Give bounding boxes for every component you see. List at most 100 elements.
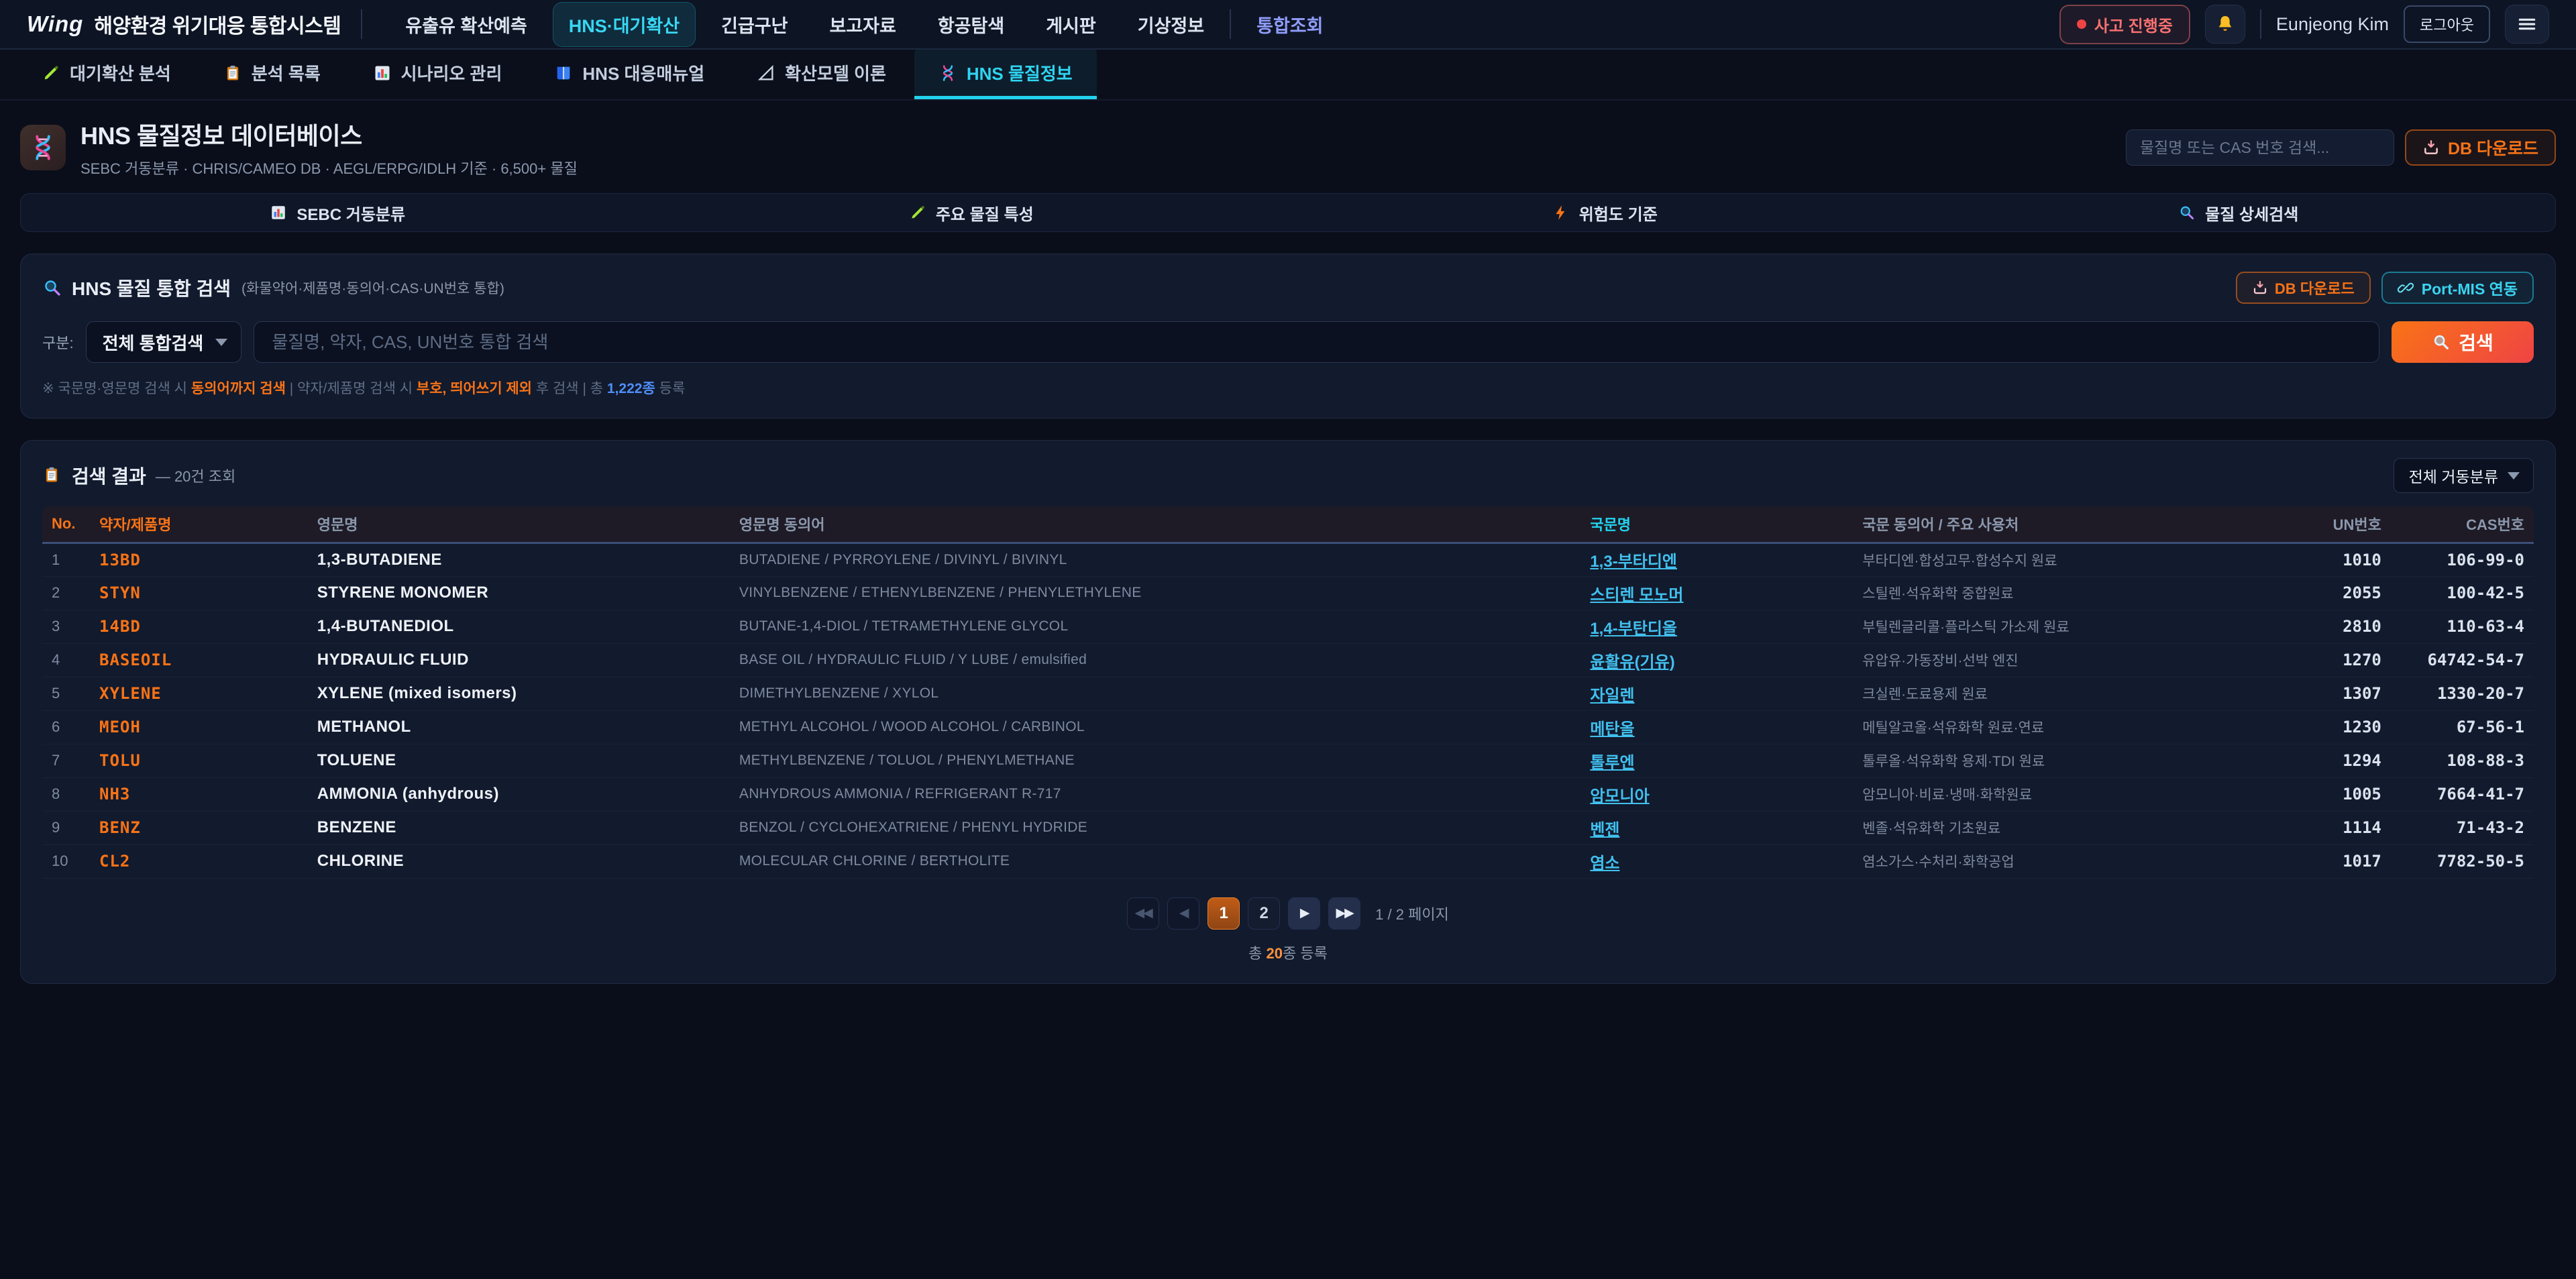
page-info: 1 / 2 페이지	[1375, 903, 1449, 924]
notifications-button[interactable]	[2205, 5, 2245, 44]
chart-icon	[270, 204, 287, 221]
nav-item-reports[interactable]: 보고자료	[813, 2, 912, 47]
unified-search-input[interactable]	[254, 321, 2379, 363]
tab-scenario[interactable]: 시나리오 관리	[349, 50, 527, 99]
tab-air-analysis[interactable]: 대기확산 분석	[17, 50, 195, 99]
hamburger-icon	[2516, 13, 2538, 35]
substance-kor-synonyms: 톨루올·석유화학 용제·TDI 원료	[1853, 744, 2288, 777]
results-panel: 검색 결과 — 20건 조회 전체 거동분류 No. 약자/제품명 영문명 영문…	[20, 440, 2556, 984]
tab-analysis-list[interactable]: 분석 목록	[199, 50, 345, 99]
total-registered: 총 20종 등록	[42, 942, 2534, 963]
feature-detail-search[interactable]: 물질 상세검색	[1922, 201, 2556, 225]
quick-search-input[interactable]	[2126, 129, 2394, 166]
page-header: HNS 물질정보 데이터베이스 SEBC 거동분류 · CHRIS/CAMEO …	[20, 117, 2556, 178]
first-page-button[interactable]: ◀◀	[1127, 897, 1159, 930]
un-number: 2055	[2289, 576, 2391, 610]
behavior-filter-select[interactable]: 전체 거동분류	[2394, 458, 2534, 493]
dna-icon	[20, 125, 66, 170]
substance-link[interactable]: 암모니아	[1590, 787, 1649, 805]
nav-item-weather[interactable]: 기상정보	[1122, 2, 1220, 47]
nav-item-board[interactable]: 게시판	[1030, 2, 1112, 47]
un-number: 2810	[2289, 610, 2391, 643]
substance-eng-synonyms: BUTANE-1,4-DIOL / TETRAMETHYLENE GLYCOL	[730, 610, 1580, 643]
col-cas: CAS번호	[2391, 506, 2534, 543]
substance-kor-name: 메탄올	[1580, 710, 1853, 744]
tab-manual[interactable]: HNS 대응매뉴얼	[530, 50, 729, 99]
substance-eng-synonyms: BASE OIL / HYDRAULIC FLUID / Y LUBE / em…	[730, 643, 1580, 677]
substance-link[interactable]: 1,4-부탄디올	[1590, 620, 1677, 638]
last-page-button[interactable]: ▶▶	[1328, 897, 1360, 930]
un-number: 1010	[2289, 543, 2391, 576]
link-icon	[2398, 280, 2414, 296]
page-button-1[interactable]: 1	[1208, 897, 1240, 930]
substance-link[interactable]: 염소	[1590, 854, 1619, 873]
category-select-value: 전체 통합검색	[103, 330, 204, 355]
logout-button[interactable]: 로그아웃	[2404, 5, 2490, 43]
download-icon	[2422, 139, 2440, 156]
prev-page-button[interactable]: ◀	[1167, 897, 1199, 930]
note-part: 1,222종	[607, 381, 655, 396]
nav-item-rescue[interactable]: 긴급구난	[705, 2, 804, 47]
substance-kor-name: 윤활유(기유)	[1580, 643, 1853, 677]
substance-abbr: 14BD	[90, 610, 308, 643]
substance-link[interactable]: 윤활유(기유)	[1590, 653, 1674, 671]
db-download-button-2[interactable]: DB 다운로드	[2236, 272, 2371, 304]
chevron-down-icon	[2508, 472, 2520, 480]
substance-kor-synonyms: 부틸렌글리콜·플라스틱 가소제 원료	[1853, 610, 2288, 643]
substance-abbr: BASEOIL	[90, 643, 308, 677]
clipboard-icon	[223, 64, 242, 82]
tab-label: 시나리오 관리	[401, 60, 502, 85]
substance-link[interactable]: 메탄올	[1590, 720, 1634, 738]
nav-item-hns-air[interactable]: HNS·대기확산	[553, 2, 696, 47]
feature-sebc[interactable]: SEBC 거동분류	[21, 201, 655, 225]
row-number: 8	[42, 777, 90, 811]
table-row: 2STYNSTYRENE MONOMERVINYLBENZENE / ETHEN…	[42, 576, 2534, 610]
un-number: 1005	[2289, 777, 2391, 811]
page-button-2[interactable]: 2	[1248, 897, 1280, 930]
substance-eng-synonyms: BUTADIENE / PYRROYLENE / DIVINYL / BIVIN…	[730, 543, 1580, 576]
table-row: 7TOLUTOLUENEMETHYLBENZENE / TOLUOL / PHE…	[42, 744, 2534, 777]
tab-hns-info[interactable]: HNS 물질정보	[914, 50, 1097, 99]
substance-link[interactable]: 벤젠	[1590, 821, 1619, 839]
nav-item-air-search[interactable]: 항공탐색	[922, 2, 1020, 47]
portmis-link-button[interactable]: Port-MIS 연동	[2381, 272, 2534, 304]
magnifier-icon	[2432, 333, 2451, 351]
incident-status-badge[interactable]: 사고 진행중	[2059, 5, 2190, 44]
db-download-button[interactable]: DB 다운로드	[2405, 129, 2556, 166]
menu-button[interactable]	[2505, 5, 2549, 44]
tab-model-theory[interactable]: 확산모델 이론	[733, 50, 910, 99]
note-part: 등록	[655, 381, 685, 396]
dna-icon	[938, 64, 957, 82]
substance-abbr: MEOH	[90, 710, 308, 744]
un-number: 1114	[2289, 811, 2391, 844]
substance-link[interactable]: 톨루엔	[1590, 754, 1634, 772]
logo-mark: Wing	[27, 11, 83, 37]
col-abbr: 약자/제품명	[90, 506, 308, 543]
substance-kor-synonyms: 부타디엔·합성고무·합성수지 원료	[1853, 543, 2288, 576]
search-panel-title: HNS 물질 통합 검색	[72, 274, 231, 301]
feature-label: 물질 상세검색	[2205, 201, 2298, 225]
feature-risk[interactable]: 위험도 기준	[1288, 201, 1922, 225]
bolt-icon	[1552, 204, 1570, 221]
note-part: 부호, 띄어쓰기 제외	[417, 381, 532, 396]
top-header: Wing 해양환경 위기대응 통합시스템 유출유 확산예측HNS·대기확산긴급구…	[0, 0, 2576, 50]
substance-eng-name: XYLENE (mixed isomers)	[308, 677, 730, 710]
substance-link[interactable]: 1,3-부타디엔	[1590, 553, 1677, 571]
substance-eng-synonyms: DIMETHYLBENZENE / XYLOL	[730, 677, 1580, 710]
nav-item-oil-spill[interactable]: 유출유 확산예측	[389, 2, 543, 47]
app-logo[interactable]: Wing 해양환경 위기대응 통합시스템	[27, 9, 341, 39]
nav-item-integrated[interactable]: 통합조회	[1240, 2, 1339, 47]
table-row: 9BENZBENZENEBENZOL / CYCLOHEXATRIENE / P…	[42, 811, 2534, 844]
substance-link[interactable]: 스티렌 모노머	[1590, 586, 1683, 604]
feature-properties[interactable]: 주요 물질 특성	[655, 201, 1289, 225]
search-icon	[2178, 204, 2196, 221]
header-right: 사고 진행중 Eunjeong Kim 로그아웃	[2059, 5, 2549, 44]
search-button[interactable]: 검색	[2392, 321, 2534, 363]
portmis-label: Port-MIS 연동	[2422, 276, 2518, 299]
substance-kor-synonyms: 스틸렌·석유화학 중합원료	[1853, 576, 2288, 610]
category-select[interactable]: 전체 통합검색	[86, 321, 242, 363]
header-divider	[2260, 9, 2261, 39]
substance-link[interactable]: 자일렌	[1590, 687, 1634, 705]
table-row: 314BD1,4-BUTANEDIOLBUTANE-1,4-DIOL / TET…	[42, 610, 2534, 643]
next-page-button[interactable]: ▶	[1288, 897, 1320, 930]
